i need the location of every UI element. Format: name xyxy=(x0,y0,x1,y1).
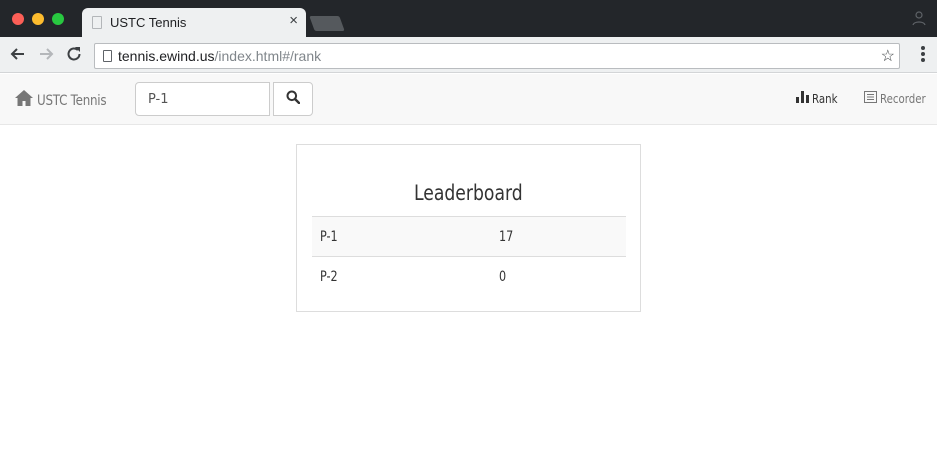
url-path: /index.html#/rank xyxy=(214,48,322,64)
player-score-cell: 17 xyxy=(499,228,514,245)
forward-arrow-icon[interactable] xyxy=(36,45,56,65)
search-button[interactable] xyxy=(273,82,313,116)
table-row: P-1 17 xyxy=(312,216,626,257)
url-text: tennis.ewind.us/index.html#/rank xyxy=(118,48,321,64)
search-input[interactable] xyxy=(135,82,270,116)
table-row: P-2 0 xyxy=(312,256,626,297)
app-navbar: USTC Tennis Rank Recorder xyxy=(0,74,937,125)
browser-tab-strip: USTC Tennis × xyxy=(0,0,937,37)
nav-recorder-label: Recorder xyxy=(880,91,926,106)
browser-toolbar: tennis.ewind.us/index.html#/rank ☆ xyxy=(0,37,937,73)
list-alt-icon xyxy=(864,91,877,106)
page-favicon-icon xyxy=(92,16,102,29)
close-window-button[interactable] xyxy=(12,13,24,25)
leaderboard-title: Leaderboard xyxy=(414,181,523,205)
nav-rank-link[interactable]: Rank xyxy=(796,91,842,106)
bookmark-star-icon[interactable]: ☆ xyxy=(881,46,895,66)
back-arrow-icon[interactable] xyxy=(8,45,28,65)
nav-rank-label: Rank xyxy=(812,91,838,106)
maximize-window-button[interactable] xyxy=(52,13,64,25)
browser-tab[interactable]: USTC Tennis × xyxy=(82,8,306,37)
player-score-cell: 0 xyxy=(499,268,507,285)
browser-menu-icon[interactable] xyxy=(921,46,925,64)
new-tab-button[interactable] xyxy=(309,16,345,31)
tab-title: USTC Tennis xyxy=(110,15,187,30)
home-icon xyxy=(15,90,33,111)
search-icon xyxy=(286,90,301,109)
brand-text: USTC Tennis xyxy=(37,92,107,109)
nav-recorder-link[interactable]: Recorder xyxy=(864,91,934,106)
url-host: tennis.ewind.us xyxy=(118,48,215,64)
leaderboard-panel: Leaderboard P-1 17 P-2 0 xyxy=(296,144,641,312)
reload-icon[interactable] xyxy=(64,45,84,65)
address-bar[interactable]: tennis.ewind.us/index.html#/rank ☆ xyxy=(94,43,900,69)
bar-chart-icon xyxy=(796,91,809,106)
page-info-icon[interactable] xyxy=(103,50,112,62)
player-name-cell: P-1 xyxy=(320,228,338,245)
leaderboard-table: P-1 17 P-2 0 xyxy=(312,216,626,297)
player-name-cell: P-2 xyxy=(320,268,338,285)
tab-close-icon[interactable]: × xyxy=(289,13,298,29)
brand-link[interactable]: USTC Tennis xyxy=(15,90,119,111)
profile-icon[interactable] xyxy=(911,10,927,26)
minimize-window-button[interactable] xyxy=(32,13,44,25)
